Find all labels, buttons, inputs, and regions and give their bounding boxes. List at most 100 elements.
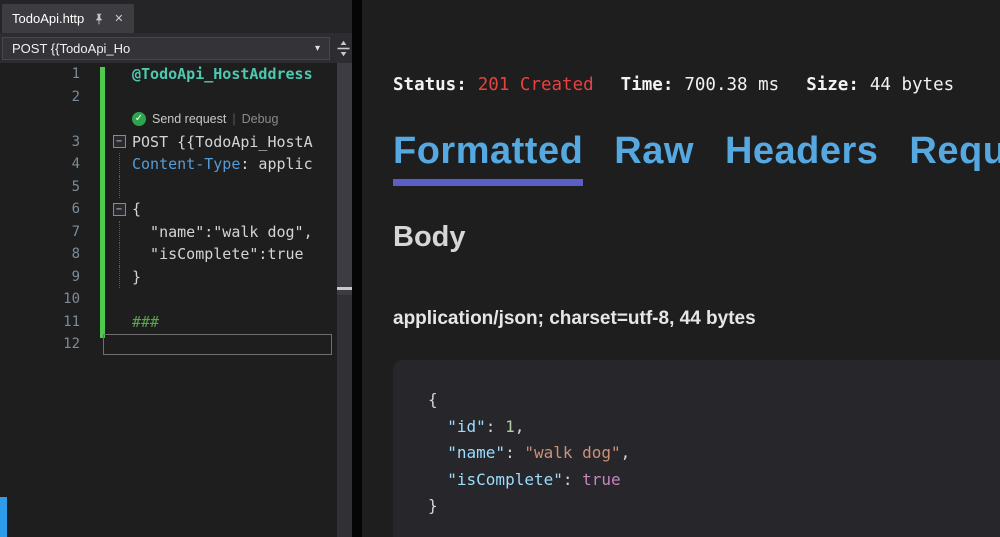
fold-column bbox=[106, 311, 132, 334]
line-number: 3 bbox=[0, 134, 80, 150]
line-number: 6 bbox=[0, 201, 80, 217]
response-tabs: Formatted Raw Headers Request bbox=[393, 130, 1000, 186]
pin-icon[interactable] bbox=[93, 13, 105, 25]
line-number: 11 bbox=[0, 314, 80, 330]
code-token: { bbox=[132, 200, 141, 218]
pane-separator[interactable] bbox=[352, 0, 362, 537]
response-tab-headers[interactable]: Headers bbox=[725, 130, 878, 186]
json-token: : bbox=[505, 443, 524, 462]
fold-column bbox=[106, 266, 132, 289]
line-number: 4 bbox=[0, 156, 80, 172]
fold-column bbox=[106, 108, 132, 131]
editor-line[interactable]: 9} bbox=[0, 266, 337, 289]
response-pane: Status: 201 Created Time: 700.38 ms Size… bbox=[362, 0, 1000, 537]
editor-lines: 1 @TodoApi_HostAddress 2 ✓Send request|Debu… bbox=[0, 63, 337, 356]
code-token: : applic bbox=[240, 155, 312, 173]
line-number: 1 bbox=[0, 66, 80, 82]
time-value: 700.38 ms bbox=[684, 75, 779, 95]
editor-line[interactable]: 7 "name":"walk dog", bbox=[0, 221, 337, 244]
json-token: 1 bbox=[505, 417, 515, 436]
editor-line[interactable]: 3 −POST {{TodoApi_HostA bbox=[0, 131, 337, 154]
codelens-row[interactable]: ✓Send request|Debug bbox=[0, 108, 337, 131]
status-value: 201 Created bbox=[478, 75, 594, 95]
fold-guide-line bbox=[119, 221, 120, 244]
debug-link[interactable]: Debug bbox=[242, 112, 279, 126]
json-token bbox=[428, 417, 447, 436]
time-label: Time: bbox=[621, 75, 674, 95]
response-tab-raw[interactable]: Raw bbox=[614, 130, 694, 186]
json-line: "name": "walk dog", bbox=[428, 440, 1000, 467]
editor-pane: TodoApi.http ✕ POST {{TodoApi_Ho ▾ bbox=[0, 0, 352, 537]
line-number: 9 bbox=[0, 269, 80, 285]
code-token: "name":"walk dog", bbox=[132, 223, 313, 241]
json-token: } bbox=[428, 496, 438, 515]
line-number: 8 bbox=[0, 246, 80, 262]
json-line: } bbox=[428, 493, 1000, 520]
close-icon[interactable]: ✕ bbox=[114, 12, 123, 25]
send-request-link[interactable]: Send request bbox=[152, 112, 226, 126]
line-number: 7 bbox=[0, 224, 80, 240]
fold-column bbox=[106, 153, 132, 176]
scrollbar-marker bbox=[337, 287, 352, 290]
split-view-icon[interactable] bbox=[333, 36, 353, 60]
code-text: } bbox=[132, 268, 141, 286]
json-token: "name" bbox=[447, 443, 505, 462]
scrollbar-thumb[interactable] bbox=[337, 63, 352, 295]
editor-line[interactable]: 8 "isComplete":true bbox=[0, 243, 337, 266]
request-selector-value: POST {{TodoApi_Ho bbox=[12, 41, 130, 56]
fold-column bbox=[106, 176, 132, 199]
code-text: Content-Type: applic bbox=[132, 155, 313, 173]
editor-scrollbar[interactable] bbox=[337, 63, 352, 537]
editor-line[interactable]: 2 bbox=[0, 86, 337, 109]
editor-toolbar: POST {{TodoApi_Ho ▾ bbox=[0, 33, 352, 63]
json-token: "id" bbox=[447, 417, 486, 436]
response-tab-formatted[interactable]: Formatted bbox=[393, 130, 583, 186]
line-number: 2 bbox=[0, 89, 80, 105]
json-token: true bbox=[582, 470, 621, 489]
json-line: { bbox=[428, 387, 1000, 414]
line-number: 12 bbox=[0, 336, 80, 352]
tab-strip: TodoApi.http ✕ bbox=[0, 0, 352, 33]
code-token: @TodoApi_HostAddress bbox=[132, 65, 313, 83]
editor-line[interactable]: 1 @TodoApi_HostAddress bbox=[0, 63, 337, 86]
code-text: ### bbox=[132, 313, 159, 331]
request-selector-dropdown[interactable]: POST {{TodoApi_Ho ▾ bbox=[2, 37, 330, 60]
content-type-line: application/json; charset=utf-8, 44 byte… bbox=[393, 308, 756, 330]
status-label: Status: bbox=[393, 75, 467, 95]
code-token: } bbox=[132, 268, 141, 286]
fold-marker-icon[interactable]: − bbox=[113, 203, 126, 216]
line-number: 5 bbox=[0, 179, 80, 195]
fold-column: − bbox=[106, 131, 132, 154]
code-editor[interactable]: 1 @TodoApi_HostAddress 2 ✓Send request|Debu… bbox=[0, 63, 337, 537]
change-tracking-bar bbox=[100, 67, 105, 338]
code-token: ### bbox=[132, 313, 159, 331]
response-tab-request[interactable]: Request bbox=[909, 130, 1000, 186]
line-number: 10 bbox=[0, 291, 80, 307]
code-text: POST {{TodoApi_HostA bbox=[132, 133, 313, 151]
size-value: 44 bytes bbox=[870, 75, 954, 95]
json-line: "isComplete": true bbox=[428, 467, 1000, 494]
editor-line[interactable]: 11 ### bbox=[0, 311, 337, 334]
code-text: "isComplete":true bbox=[132, 245, 304, 263]
code-text: "name":"walk dog", bbox=[132, 223, 313, 241]
response-body-json: { "id": 1, "name": "walk dog", "isComple… bbox=[393, 360, 1000, 537]
editor-line[interactable]: 10 bbox=[0, 288, 337, 311]
json-line: "id": 1, bbox=[428, 414, 1000, 441]
editor-line[interactable]: 4 Content-Type: applic bbox=[0, 153, 337, 176]
json-token: : bbox=[563, 470, 582, 489]
accent-strip bbox=[0, 497, 7, 537]
fold-guide-line bbox=[119, 176, 120, 199]
json-token: , bbox=[515, 417, 525, 436]
fold-column bbox=[106, 243, 132, 266]
json-token bbox=[428, 443, 447, 462]
code-token: Content-Type bbox=[132, 155, 240, 173]
fold-column bbox=[106, 221, 132, 244]
document-tab[interactable]: TodoApi.http ✕ bbox=[2, 4, 134, 33]
current-line-box bbox=[103, 334, 332, 355]
fold-column bbox=[106, 86, 132, 109]
editor-line[interactable]: 6 −{ bbox=[0, 198, 337, 221]
editor-line[interactable]: 5 bbox=[0, 176, 337, 199]
code-text: { bbox=[132, 200, 141, 218]
fold-column: − bbox=[106, 198, 132, 221]
fold-marker-icon[interactable]: − bbox=[113, 135, 126, 148]
